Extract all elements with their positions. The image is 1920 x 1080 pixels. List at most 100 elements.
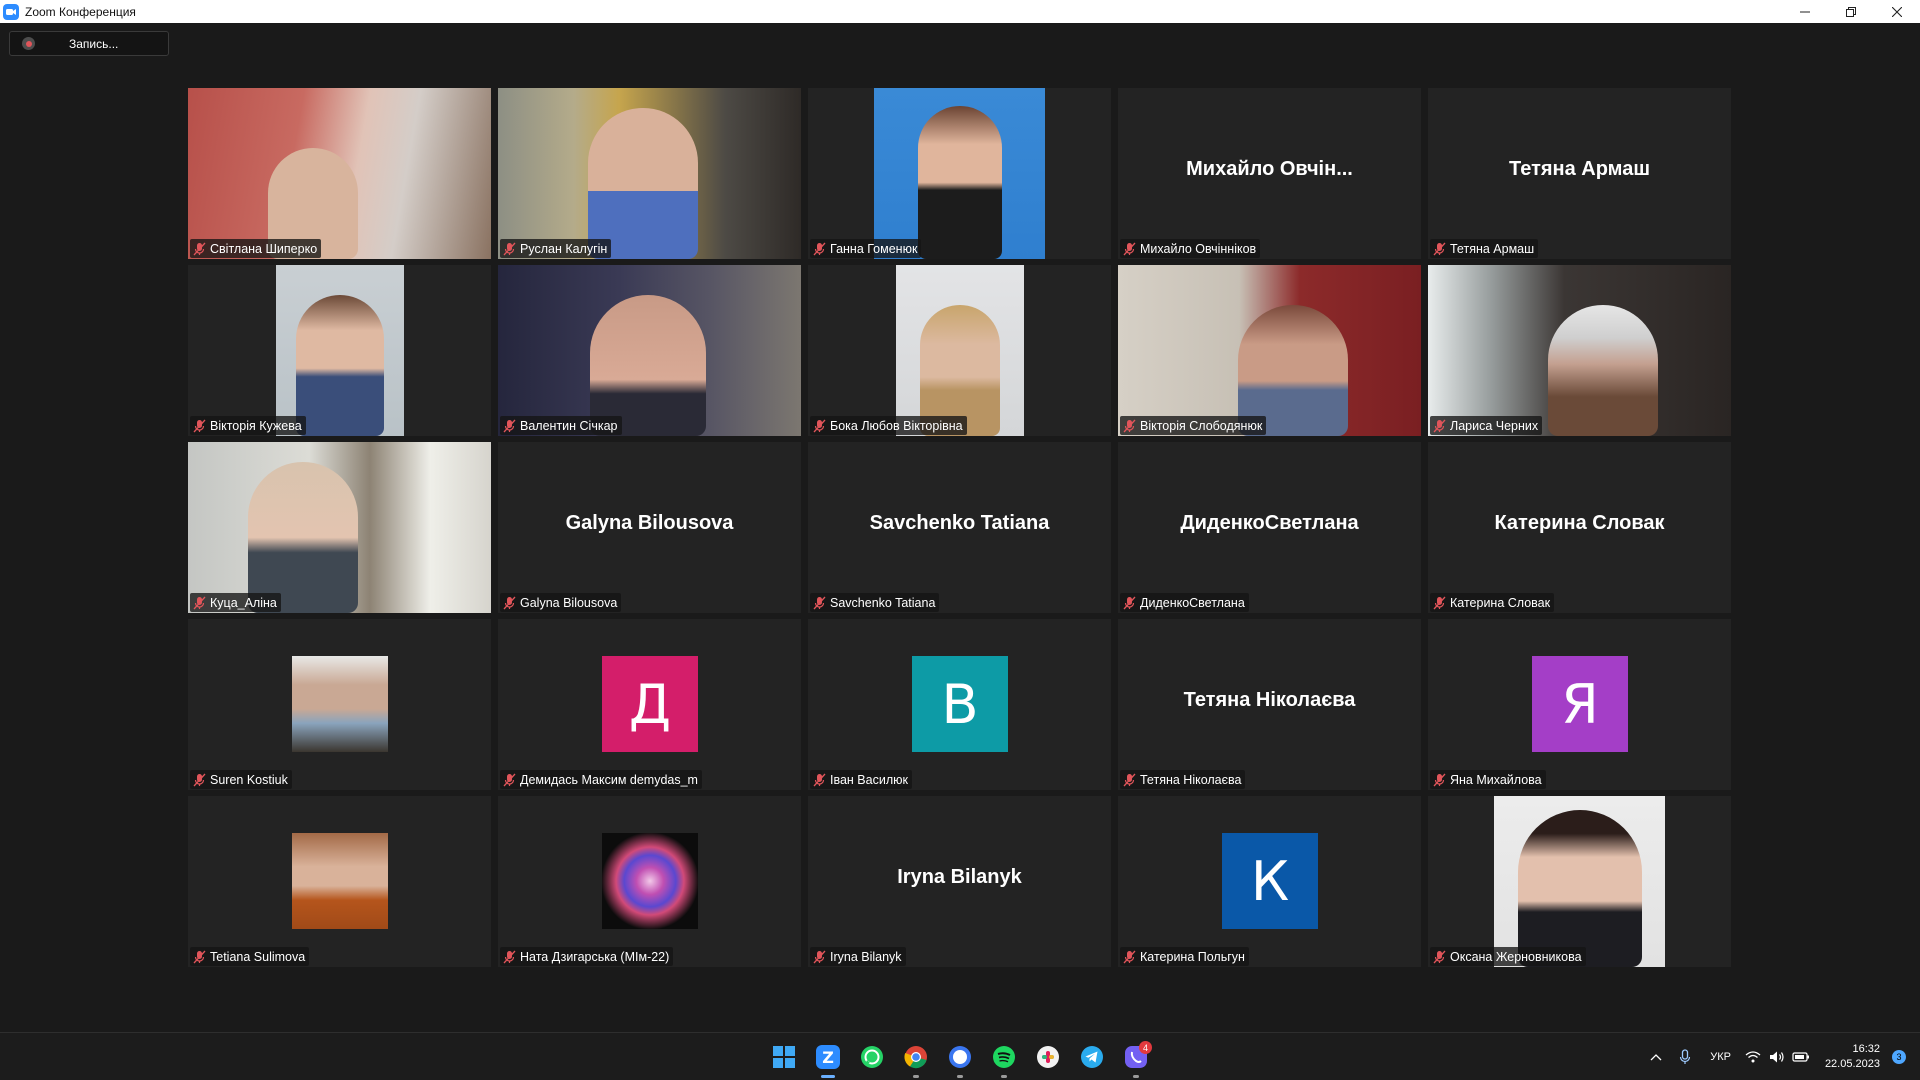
participant-tile[interactable]: Оксана Жерновникова xyxy=(1428,796,1731,967)
clock-date: 22.05.2023 xyxy=(1824,1057,1880,1070)
mic-muted-icon xyxy=(1433,242,1446,255)
window-title: Zoom Конференция xyxy=(25,4,136,19)
participant-nameplate: Іван Василюк xyxy=(810,770,912,789)
participant-tile[interactable]: Savchenko Tatiana Savchenko Tatiana xyxy=(808,442,1111,613)
participant-tile[interactable]: Світлана Шиперко xyxy=(188,88,491,259)
recording-indicator[interactable]: Запись... xyxy=(9,31,169,56)
wifi-icon[interactable] xyxy=(1741,1033,1765,1080)
participant-figure xyxy=(1518,810,1642,967)
participant-nameplate: Оксана Жерновникова xyxy=(1430,947,1586,966)
participant-tile[interactable]: Валентин Січкар xyxy=(498,265,801,436)
mic-muted-icon xyxy=(193,773,206,786)
avatar: Д xyxy=(602,656,698,752)
mic-muted-icon xyxy=(503,242,516,255)
participant-name: Руслан Калугін xyxy=(520,241,608,256)
notification-center-badge[interactable]: 3 xyxy=(1892,1049,1906,1064)
mic-muted-icon xyxy=(1433,419,1446,432)
zoom-taskbar-icon[interactable]: Z xyxy=(812,1041,844,1078)
participant-figure xyxy=(588,108,698,259)
participant-nameplate: Бока Любов Вікторівна xyxy=(810,416,967,435)
participant-display-name: Катерина Словак xyxy=(1494,512,1665,534)
participant-tile[interactable]: Ганна Гоменюк xyxy=(808,88,1111,259)
participant-tile[interactable]: Galyna Bilousova Galyna Bilousova xyxy=(498,442,801,613)
mic-muted-icon xyxy=(503,773,516,786)
participant-nameplate: Яна Михайлова xyxy=(1430,770,1546,789)
participant-name: Демидась Максим demydas_m xyxy=(520,772,698,787)
participant-display-name: Тетяна Армаш xyxy=(1508,158,1651,180)
whatsapp-icon[interactable] xyxy=(856,1041,888,1073)
clock[interactable]: 16:32 22.05.2023 xyxy=(1825,1042,1880,1072)
participant-tile[interactable]: Я Яна Михайлова xyxy=(1428,619,1731,790)
microphone-icon[interactable] xyxy=(1670,1033,1700,1080)
participant-tile[interactable]: Куца_Аліна xyxy=(188,442,491,613)
mic-muted-icon xyxy=(193,242,206,255)
participant-nameplate: Лариса Черних xyxy=(1430,416,1543,435)
participant-name: Вікторія Кужева xyxy=(210,418,302,433)
volume-icon[interactable] xyxy=(1765,1033,1789,1080)
participant-figure xyxy=(918,106,1002,259)
participant-tile[interactable]: Tetiana Sulimova xyxy=(188,796,491,967)
participant-tile[interactable]: Тетяна Армаш Тетяна Армаш xyxy=(1428,88,1731,259)
participant-nameplate: Ганна Гоменюк xyxy=(810,239,922,258)
participant-name: Iryna Bilanyk xyxy=(830,949,902,964)
participant-tile[interactable]: Михайло Овчін... Михайло Овчінніков xyxy=(1118,88,1421,259)
participant-tile[interactable]: Ната Дзигарська (МІм-22) xyxy=(498,796,801,967)
participant-tile[interactable]: Suren Kostiuk xyxy=(188,619,491,790)
participant-tile[interactable]: Лариса Черних xyxy=(1428,265,1731,436)
telegram-icon[interactable] xyxy=(1076,1041,1108,1073)
system-tray: УКР 16:32 22.05.2023 3 xyxy=(1642,1033,1920,1080)
participant-name: Бока Любов Вікторівна xyxy=(830,418,963,433)
zoom-meeting-window: Zoom Конференция Запись... Світлана Шипе… xyxy=(0,0,1920,1080)
participant-figure xyxy=(248,462,358,613)
participant-tile[interactable]: Вікторія Кужева xyxy=(188,265,491,436)
slack-icon[interactable] xyxy=(1032,1041,1064,1073)
svg-text:Z: Z xyxy=(822,1048,834,1067)
participant-nameplate: Катерина Словак xyxy=(1430,593,1555,612)
profile-picture xyxy=(292,833,388,929)
spotify-icon[interactable] xyxy=(988,1041,1020,1078)
mic-muted-icon xyxy=(193,950,206,963)
participant-figure xyxy=(590,295,706,436)
title-bar: Zoom Конференция xyxy=(0,0,1920,23)
participant-nameplate: Galyna Bilousova xyxy=(500,593,622,612)
notification-badge: 4 xyxy=(1139,1041,1152,1054)
input-language[interactable]: УКР xyxy=(1710,1051,1731,1063)
restore-button[interactable] xyxy=(1828,0,1874,23)
participant-name: Оксана Жерновникова xyxy=(1450,949,1582,964)
participant-display-name: Iryna Bilanyk xyxy=(897,866,1022,888)
participant-name: Катерина Польгун xyxy=(1140,949,1245,964)
close-button[interactable] xyxy=(1874,0,1920,23)
participant-tile[interactable]: В Іван Василюк xyxy=(808,619,1111,790)
participant-tile[interactable]: Бока Любов Вікторівна xyxy=(808,265,1111,436)
participant-display-name: Тетяна Ніколаєва xyxy=(1183,689,1356,711)
mic-muted-icon xyxy=(813,419,826,432)
participant-display-name: ДиденкоСветлана xyxy=(1180,512,1359,534)
participant-tile[interactable]: ДиденкоСветлана ДиденкоСветлана xyxy=(1118,442,1421,613)
participant-name: Михайло Овчінніков xyxy=(1140,241,1257,256)
participant-tile[interactable]: Тетяна Ніколаєва Тетяна Ніколаєва xyxy=(1118,619,1421,790)
viber-icon[interactable]: 4 xyxy=(1120,1041,1152,1078)
participant-name: Ната Дзигарська (МІм-22) xyxy=(520,949,670,964)
participant-name: Savchenko Tatiana xyxy=(830,595,936,610)
mic-muted-icon xyxy=(1433,596,1446,609)
windows-start-icon[interactable] xyxy=(768,1041,800,1073)
zoom-logo-icon xyxy=(3,3,19,20)
participant-tile[interactable]: Iryna Bilanyk Iryna Bilanyk xyxy=(808,796,1111,967)
participant-tile[interactable]: Д Демидась Максим demydas_m xyxy=(498,619,801,790)
participant-name: Яна Михайлова xyxy=(1450,772,1542,787)
mic-muted-icon xyxy=(1123,596,1136,609)
signal-icon[interactable] xyxy=(944,1041,976,1078)
participant-tile[interactable]: Руслан Калугін xyxy=(498,88,801,259)
participant-nameplate: Вікторія Кужева xyxy=(190,416,306,435)
mic-muted-icon xyxy=(813,596,826,609)
participant-tile[interactable]: Катерина Словак Катерина Словак xyxy=(1428,442,1731,613)
participant-tile[interactable]: К Катерина Польгун xyxy=(1118,796,1421,967)
mic-muted-icon xyxy=(1433,950,1446,963)
chevron-up-icon[interactable] xyxy=(1642,1033,1670,1080)
chrome-icon[interactable] xyxy=(900,1041,932,1078)
clock-time: 16:32 xyxy=(1852,1042,1880,1055)
participant-tile[interactable]: Вікторія Слободянюк xyxy=(1118,265,1421,436)
minimize-button[interactable] xyxy=(1782,0,1828,23)
battery-icon[interactable] xyxy=(1789,1033,1813,1080)
participant-name: ДиденкоСветлана xyxy=(1140,595,1245,610)
